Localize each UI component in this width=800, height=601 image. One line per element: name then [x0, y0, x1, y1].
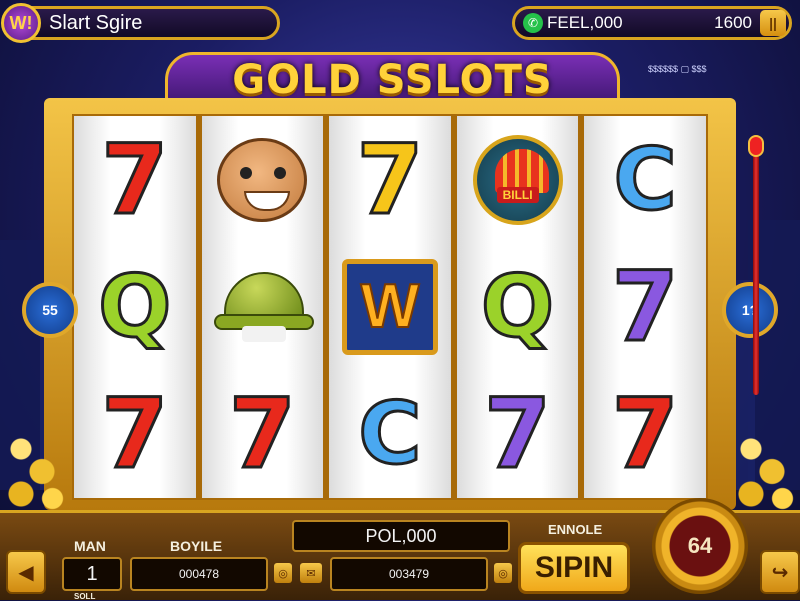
coin-icon[interactable]: ◎ — [274, 563, 292, 583]
coin-pile-icon — [730, 422, 800, 512]
symbol-pig-face — [214, 130, 310, 230]
symbol-seven-purple: 7 — [610, 250, 680, 363]
symbol-seven-purple: 7 — [483, 378, 553, 491]
profile-pill[interactable]: W! Slart Sgire — [1, 3, 280, 43]
left-line-badge[interactable]: 55 — [22, 282, 78, 338]
info-text: $$$$$$ ▢ $$$ — [648, 64, 707, 74]
balance-value: 1600 — [714, 13, 752, 32]
coin-pile-icon — [0, 422, 70, 512]
wild-icon: W — [341, 258, 438, 355]
man-value[interactable]: 1 — [62, 557, 122, 591]
spin-lever[interactable] — [748, 135, 764, 395]
right-arrow-button[interactable]: ↪ — [760, 550, 800, 594]
reels: 7 Q 7 7 7 W C BILLI Q 7 C 7 7 — [72, 114, 708, 500]
symbol-helmet — [214, 257, 315, 357]
reel-3: 7 W C — [329, 116, 451, 498]
symbol-crest: BILLI — [470, 130, 566, 230]
balance-label: FEEL,000 — [547, 13, 623, 32]
menu-button[interactable]: || — [760, 10, 786, 36]
logo-badge: W! — [1, 3, 41, 43]
ennole-label: ENNOLE — [548, 522, 603, 537]
phone-icon: ✆ — [523, 13, 543, 33]
pig-face-icon — [217, 137, 308, 222]
reel-2: 7 — [201, 116, 324, 498]
symbol-seven-red: 7 — [100, 378, 170, 491]
symbol-wild: W — [341, 257, 438, 357]
balance-pill[interactable]: ✆ FEEL,000 1600 || — [512, 6, 792, 40]
symbol-seven-yellow: 7 — [355, 123, 425, 236]
boyile-value[interactable]: 000478 — [130, 557, 268, 591]
envelope-icon[interactable]: ✉ — [300, 563, 322, 583]
coin-icon[interactable]: ◎ — [494, 563, 512, 583]
symbol-q-green: Q — [480, 256, 556, 357]
helmet-icon — [214, 271, 315, 342]
top-bar: W! Slart Sgire ✆ FEEL,000 1600 || — [0, 0, 800, 48]
symbol-c-blue: C — [612, 129, 678, 230]
crest-icon: BILLI — [472, 134, 563, 225]
symbol-seven-red: 7 — [100, 123, 170, 236]
spin-button[interactable]: SIPIN — [518, 542, 630, 594]
symbol-q-green: Q — [97, 256, 173, 357]
symbol-seven-red: 7 — [610, 378, 680, 491]
bet-dial[interactable]: 64 — [652, 498, 748, 594]
reel-5: C 7 7 — [584, 116, 706, 498]
game-title: GOLD SSLOTS — [232, 57, 553, 103]
man-label: MAN — [74, 538, 106, 554]
player-name: Slart Sgire — [49, 11, 143, 34]
reel-1: 7 Q 7 — [74, 116, 196, 498]
reel-4: BILLI Q 7 — [456, 116, 579, 498]
reel-frame: 7 Q 7 7 7 W C BILLI Q 7 C 7 7 — [44, 98, 736, 510]
left-arrow-button[interactable]: ◀ — [6, 550, 46, 594]
total-bet-value: POL,000 — [292, 520, 510, 552]
symbol-c-blue: C — [357, 384, 423, 485]
symbol-seven-red: 7 — [227, 378, 297, 491]
boyile-label: BOYILE — [170, 538, 223, 554]
win-value: 003479 — [330, 557, 488, 591]
